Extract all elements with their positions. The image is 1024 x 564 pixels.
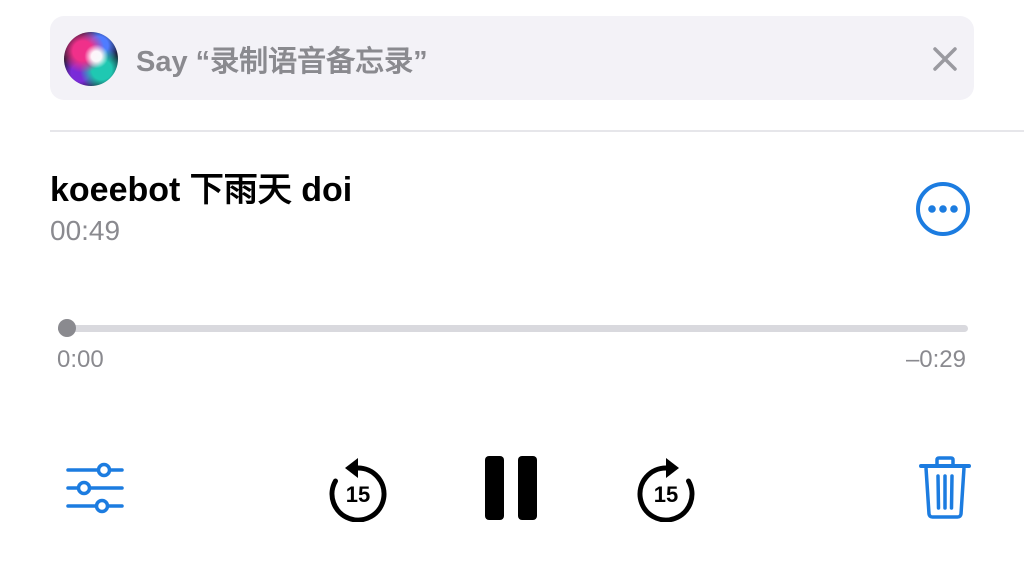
- siri-suggestion-banner[interactable]: Say “录制语音备忘录”: [50, 16, 974, 100]
- ellipsis-circle-icon: [916, 182, 970, 236]
- close-icon[interactable]: [930, 44, 960, 74]
- skip-back-seconds: 15: [346, 482, 370, 507]
- siri-orb-icon: [64, 32, 118, 86]
- skip-forward-button[interactable]: 15: [634, 456, 698, 522]
- skip-forward-15-icon: 15: [637, 458, 695, 522]
- siri-suggestion-text: Say “录制语音备忘录”: [136, 46, 428, 78]
- memo-duration: 00:49: [50, 215, 121, 246]
- delete-button[interactable]: [918, 456, 972, 520]
- elapsed-time: 0:00: [57, 346, 104, 373]
- playback-scrubber[interactable]: [58, 318, 968, 338]
- more-options-button[interactable]: [914, 180, 972, 238]
- sliders-icon: [66, 462, 124, 514]
- skip-back-15-icon: 15: [329, 458, 387, 522]
- trash-icon: [919, 456, 971, 519]
- scrubber-thumb[interactable]: [58, 319, 77, 337]
- pause-icon: [485, 456, 537, 520]
- divider: [50, 130, 1024, 132]
- remaining-time: –0:29: [905, 346, 966, 373]
- memo-title: koeebot 下雨天 doi: [50, 171, 353, 209]
- skip-forward-seconds: 15: [654, 482, 678, 507]
- skip-back-button[interactable]: 15: [326, 456, 390, 522]
- voice-memo-page: Say “录制语音备忘录” koeebot 下雨天 doi 00:49 0:00…: [0, 0, 1024, 564]
- scrubber-track: [58, 325, 968, 332]
- pause-button[interactable]: [482, 454, 540, 522]
- edit-recording-button[interactable]: [66, 462, 124, 514]
